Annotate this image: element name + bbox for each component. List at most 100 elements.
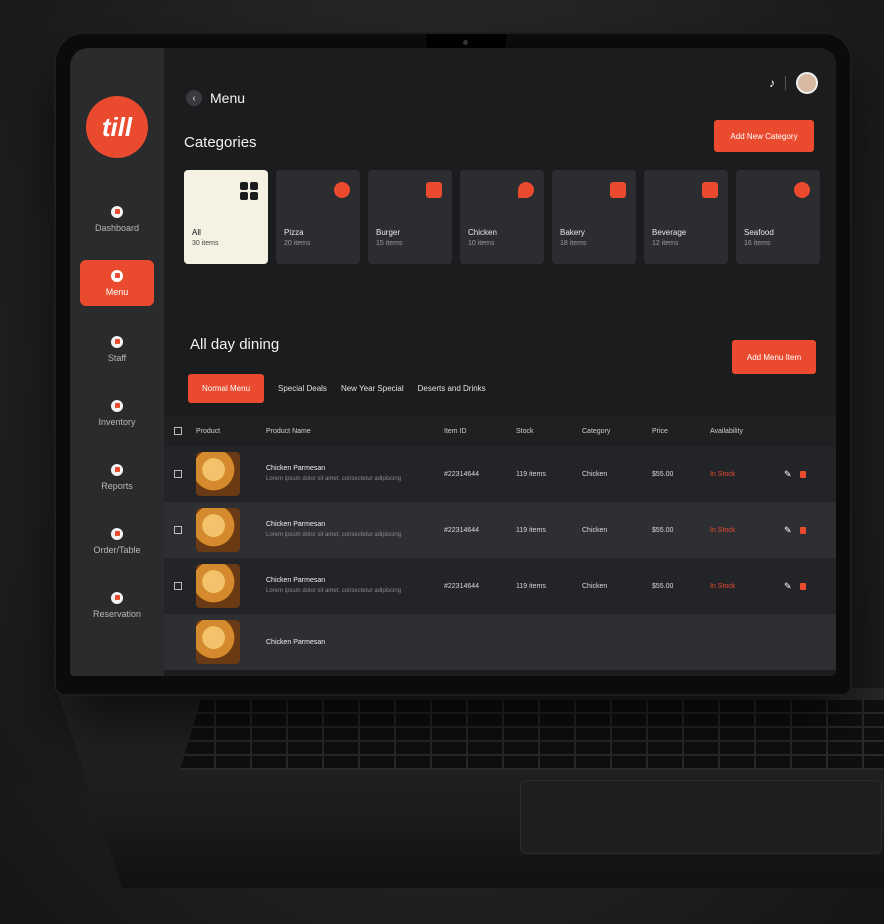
- page-title: Menu: [210, 90, 246, 106]
- category-list: All 30 items Pizza 20 items Burger 15 it…: [184, 170, 820, 264]
- table-row[interactable]: Chicken Parmesan Lorem ipsum dolor sit a…: [164, 502, 836, 558]
- main-content: ‹ Menu ♪ Add New Category Categories All…: [164, 48, 836, 676]
- category-count: 18 items: [560, 240, 587, 247]
- back-button[interactable]: ‹: [186, 90, 202, 106]
- delete-icon[interactable]: [799, 470, 806, 478]
- app-screen: till Dashboard Menu Staff Inventory Repo…: [70, 48, 836, 676]
- sidebar-item-dashboard[interactable]: Dashboard: [80, 196, 154, 242]
- tab-deserts-and-drinks[interactable]: Deserts and Drinks: [418, 384, 486, 393]
- row-checkbox[interactable]: [174, 582, 182, 590]
- category-card-chicken[interactable]: Chicken 10 items: [460, 170, 544, 264]
- product-image: [196, 564, 240, 608]
- tab-special-deals[interactable]: Special Deals: [278, 384, 327, 393]
- header-item-id: Item ID: [444, 427, 467, 435]
- item-id: #22314644: [444, 582, 480, 590]
- category-name: Bakery: [560, 228, 585, 237]
- availability: In Stock: [710, 582, 736, 590]
- stock: 119 items: [516, 526, 546, 534]
- table-header: Product Product Name Item ID Stock Categ…: [164, 416, 836, 446]
- reservation-icon: [111, 591, 123, 604]
- category-card-burger[interactable]: Burger 15 items: [368, 170, 452, 264]
- header-product-name: Product Name: [266, 427, 311, 435]
- sidebar-item-label: Staff: [107, 352, 127, 363]
- sidebar-item-reports[interactable]: Reports: [80, 454, 154, 500]
- stock: 119 items: [516, 582, 546, 590]
- sidebar: till Dashboard Menu Staff Inventory Repo…: [70, 48, 164, 676]
- delete-icon[interactable]: [799, 526, 806, 534]
- product-description: Lorem ipsum dolor sit amet, consectetur …: [266, 475, 402, 482]
- menu-table: Product Product Name Item ID Stock Categ…: [164, 416, 836, 670]
- laptop-lid: till Dashboard Menu Staff Inventory Repo…: [56, 34, 850, 694]
- notification-bell-icon[interactable]: ♪: [769, 76, 775, 90]
- category-card-bakery[interactable]: Bakery 18 items: [552, 170, 636, 264]
- header-checkbox-cell: [164, 427, 196, 435]
- avatar[interactable]: [796, 72, 818, 94]
- row-actions: ✎: [784, 525, 806, 536]
- sidebar-item-label: Menu: [105, 286, 129, 297]
- staff-icon: [111, 335, 123, 348]
- order-icon: [111, 527, 123, 540]
- table-row[interactable]: Chicken Parmesan Lorem ipsum dolor sit a…: [164, 558, 836, 614]
- category: Chicken: [582, 470, 608, 478]
- category-card-pizza[interactable]: Pizza 20 items: [276, 170, 360, 264]
- select-all-checkbox[interactable]: [174, 427, 182, 435]
- product-description: Lorem ipsum dolor sit amet, consectetur …: [266, 531, 402, 538]
- chicken-leg-icon: [518, 182, 534, 198]
- product-name-cell: Chicken Parmesan Lorem ipsum dolor sit a…: [266, 465, 444, 484]
- pizza-icon: [334, 182, 350, 198]
- row-checkbox[interactable]: [174, 526, 182, 534]
- sidebar-item-menu[interactable]: Menu: [80, 260, 154, 306]
- product-name-cell: Chicken Parmesan Lorem ipsum dolor sit a…: [266, 577, 444, 596]
- product-name: Chicken Parmesan: [266, 464, 326, 472]
- row-actions: ✎: [784, 581, 806, 592]
- add-menu-item-button[interactable]: Add Menu Item: [732, 340, 816, 374]
- product-name: Chicken Parmesan: [266, 576, 326, 584]
- sidebar-item-label: Dashboard: [94, 222, 140, 233]
- availability: In Stock: [710, 526, 736, 534]
- sidebar-item-staff[interactable]: Staff: [80, 326, 154, 372]
- table-row[interactable]: Chicken Parmesan Lorem ipsum dolor sit a…: [164, 446, 836, 502]
- item-id: #22314644: [444, 470, 480, 478]
- sidebar-item-label: Inventory: [98, 416, 136, 427]
- product-image-cell: [196, 564, 266, 608]
- product-name: Chicken Parmesan: [266, 520, 326, 528]
- laptop-trackpad: [520, 780, 882, 854]
- table-row[interactable]: Chicken Parmesan: [164, 614, 836, 670]
- row-checkbox[interactable]: [174, 470, 182, 478]
- row-actions: ✎: [784, 469, 806, 480]
- sidebar-item-label: Order/Table: [93, 544, 141, 555]
- price: $55.00: [652, 582, 674, 590]
- category-name: Pizza: [284, 228, 304, 237]
- edit-icon[interactable]: ✎: [784, 525, 792, 536]
- row-checkbox-cell: [164, 470, 196, 478]
- laptop-keyboard: [180, 700, 884, 770]
- add-new-category-button[interactable]: Add New Category: [714, 120, 814, 152]
- product-name: Chicken Parmesan: [266, 638, 326, 646]
- category-card-beverage[interactable]: Beverage 12 items: [644, 170, 728, 264]
- category-card-seafood[interactable]: Seafood 16 items: [736, 170, 820, 264]
- product-image-cell: [196, 620, 266, 664]
- product-name-cell: Chicken Parmesan Lorem ipsum dolor sit a…: [266, 521, 444, 540]
- delete-icon[interactable]: [799, 582, 806, 590]
- tab-normal-menu[interactable]: Normal Menu: [188, 374, 265, 403]
- tab-new-year-special[interactable]: New Year Special: [341, 384, 404, 393]
- category-count: 12 items: [652, 240, 679, 247]
- header-price: Price: [652, 427, 668, 435]
- header-availability: Availability: [710, 427, 743, 435]
- price: $55.00: [652, 470, 674, 478]
- category-name: Chicken: [468, 228, 497, 237]
- header-actions: ♪: [769, 72, 818, 94]
- sidebar-item-reservation[interactable]: Reservation: [80, 582, 154, 628]
- category-count: 10 items: [468, 240, 495, 247]
- item-id: #22314644: [444, 526, 480, 534]
- product-description: Lorem ipsum dolor sit amet, consectetur …: [266, 587, 402, 594]
- header-stock: Stock: [516, 427, 534, 435]
- category-card-all[interactable]: All 30 items: [184, 170, 268, 264]
- sidebar-item-inventory[interactable]: Inventory: [80, 390, 154, 436]
- header-category: Category: [582, 427, 611, 435]
- edit-icon[interactable]: ✎: [784, 581, 792, 592]
- sidebar-item-order-table[interactable]: Order/Table: [80, 518, 154, 564]
- category: Chicken: [582, 526, 608, 534]
- product-image: [196, 620, 240, 664]
- edit-icon[interactable]: ✎: [784, 469, 792, 480]
